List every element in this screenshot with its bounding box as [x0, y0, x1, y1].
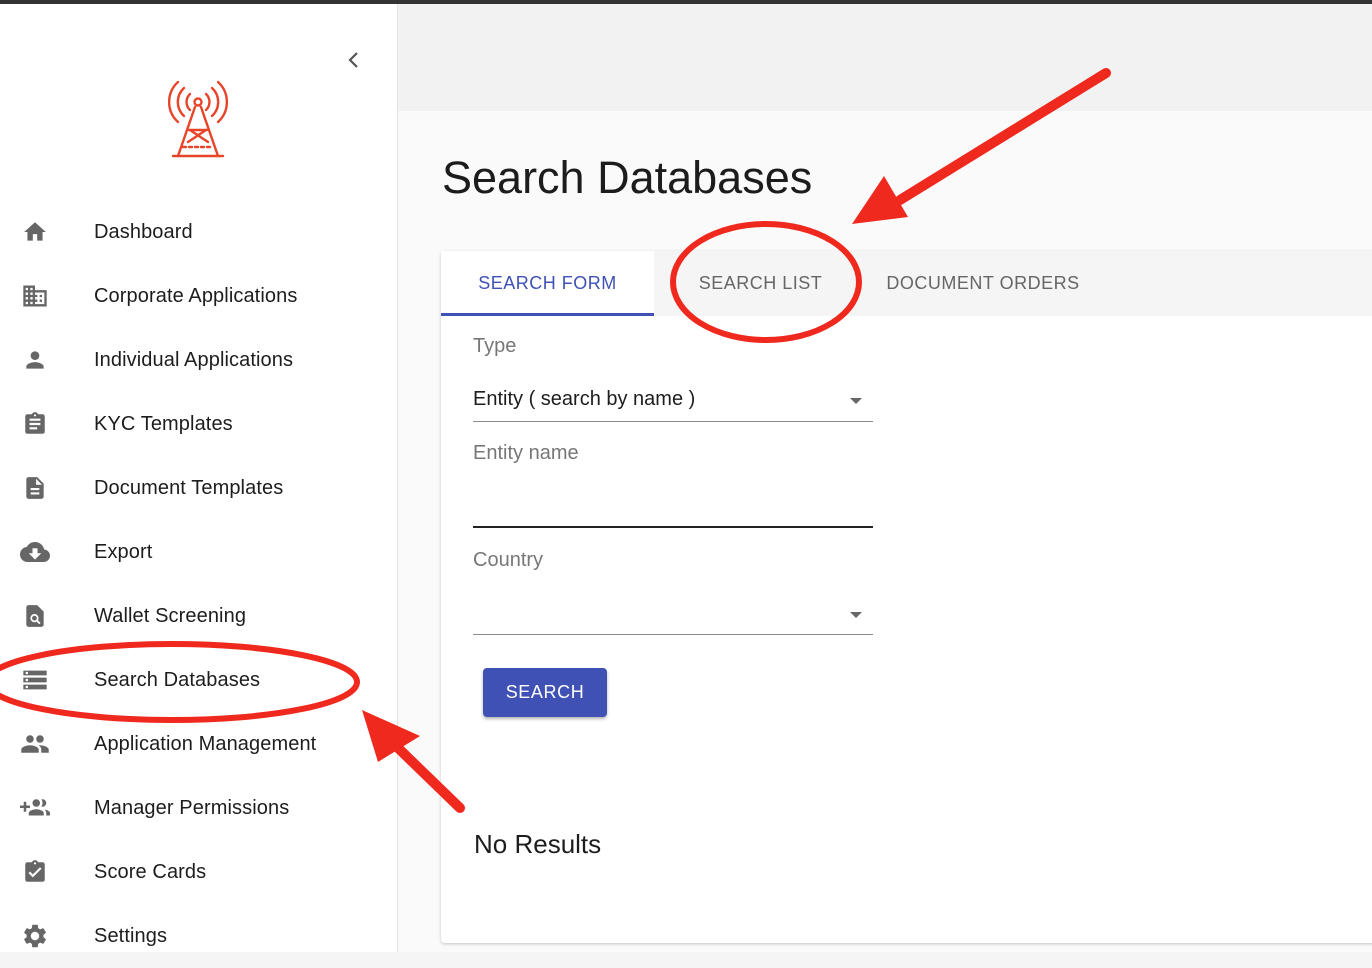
- sidebar-item-label: Dashboard: [94, 220, 193, 243]
- cloud-download-icon: [20, 537, 50, 567]
- sidebar-item-label: Score Cards: [94, 860, 207, 883]
- sidebar-item-label: Export: [94, 540, 153, 563]
- storage-icon: [20, 665, 50, 695]
- sidebar-item-settings[interactable]: Settings: [0, 904, 397, 968]
- sidebar-item-label: Corporate Applications: [94, 284, 298, 307]
- sidebar-item-wallet-screening[interactable]: Wallet Screening: [0, 584, 397, 648]
- sidebar-item-dashboard[interactable]: Dashboard: [0, 200, 397, 264]
- clipboard-check-icon: [20, 857, 50, 887]
- sidebar: Dashboard Corporate Applications Individ…: [0, 4, 398, 952]
- sidebar-item-search-databases[interactable]: Search Databases: [0, 648, 397, 712]
- radio-tower-logo: [158, 76, 238, 162]
- search-card: SEARCH FORM SEARCH LIST DOCUMENT ORDERS …: [441, 251, 1372, 943]
- entity-name-label: Entity name: [473, 442, 579, 464]
- sidebar-item-label: Document Templates: [94, 476, 284, 499]
- sidebar-item-label: Wallet Screening: [94, 604, 247, 627]
- sidebar-item-document-templates[interactable]: Document Templates: [0, 456, 397, 520]
- tab-search-list[interactable]: SEARCH LIST: [654, 251, 867, 316]
- sidebar-item-manager-permissions[interactable]: Manager Permissions: [0, 776, 397, 840]
- gear-icon: [20, 921, 50, 951]
- country-select-underline: [473, 634, 873, 635]
- page-title: Search Databases: [442, 152, 813, 203]
- collapse-sidebar-button[interactable]: [338, 44, 370, 76]
- sidebar-item-application-management[interactable]: Application Management: [0, 712, 397, 776]
- file-search-icon: [20, 601, 50, 631]
- chevron-down-icon[interactable]: [850, 612, 862, 618]
- tab-bar: SEARCH FORM SEARCH LIST DOCUMENT ORDERS: [441, 251, 1372, 316]
- chevron-down-icon[interactable]: [850, 398, 862, 404]
- sidebar-item-individual-applications[interactable]: Individual Applications: [0, 328, 397, 392]
- app-bar: [398, 4, 1372, 111]
- clipboard-icon: [20, 409, 50, 439]
- sidebar-item-score-cards[interactable]: Score Cards: [0, 840, 397, 904]
- no-results-text: No Results: [474, 829, 602, 859]
- sidebar-item-kyc-templates[interactable]: KYC Templates: [0, 392, 397, 456]
- window-top-border: [0, 0, 1372, 4]
- sidebar-nav: Dashboard Corporate Applications Individ…: [0, 200, 397, 968]
- sidebar-item-label: Settings: [94, 924, 168, 947]
- person-icon: [20, 345, 50, 375]
- sidebar-item-label: Search Databases: [94, 668, 261, 691]
- sidebar-item-label: Individual Applications: [94, 348, 294, 371]
- sidebar-item-export[interactable]: Export: [0, 520, 397, 584]
- sidebar-item-label: Application Management: [94, 732, 317, 755]
- chevron-left-icon: [348, 52, 358, 68]
- group-add-icon: [20, 793, 50, 823]
- building-icon: [20, 281, 50, 311]
- active-tab-indicator: [441, 313, 654, 316]
- sidebar-item-label: KYC Templates: [94, 412, 233, 435]
- tab-search-form[interactable]: SEARCH FORM: [441, 251, 654, 316]
- type-select-underline: [473, 421, 873, 422]
- search-button[interactable]: SEARCH: [483, 668, 607, 717]
- sidebar-item-label: Manager Permissions: [94, 796, 290, 819]
- document-icon: [20, 473, 50, 503]
- sidebar-item-corporate-applications[interactable]: Corporate Applications: [0, 264, 397, 328]
- country-label: Country: [473, 549, 544, 571]
- type-label: Type: [473, 335, 517, 357]
- tab-document-orders[interactable]: DOCUMENT ORDERS: [867, 251, 1099, 316]
- home-icon: [20, 217, 50, 247]
- type-select[interactable]: Entity ( search by name ): [473, 388, 695, 411]
- entity-name-underline: [473, 526, 873, 528]
- people-icon: [20, 729, 50, 759]
